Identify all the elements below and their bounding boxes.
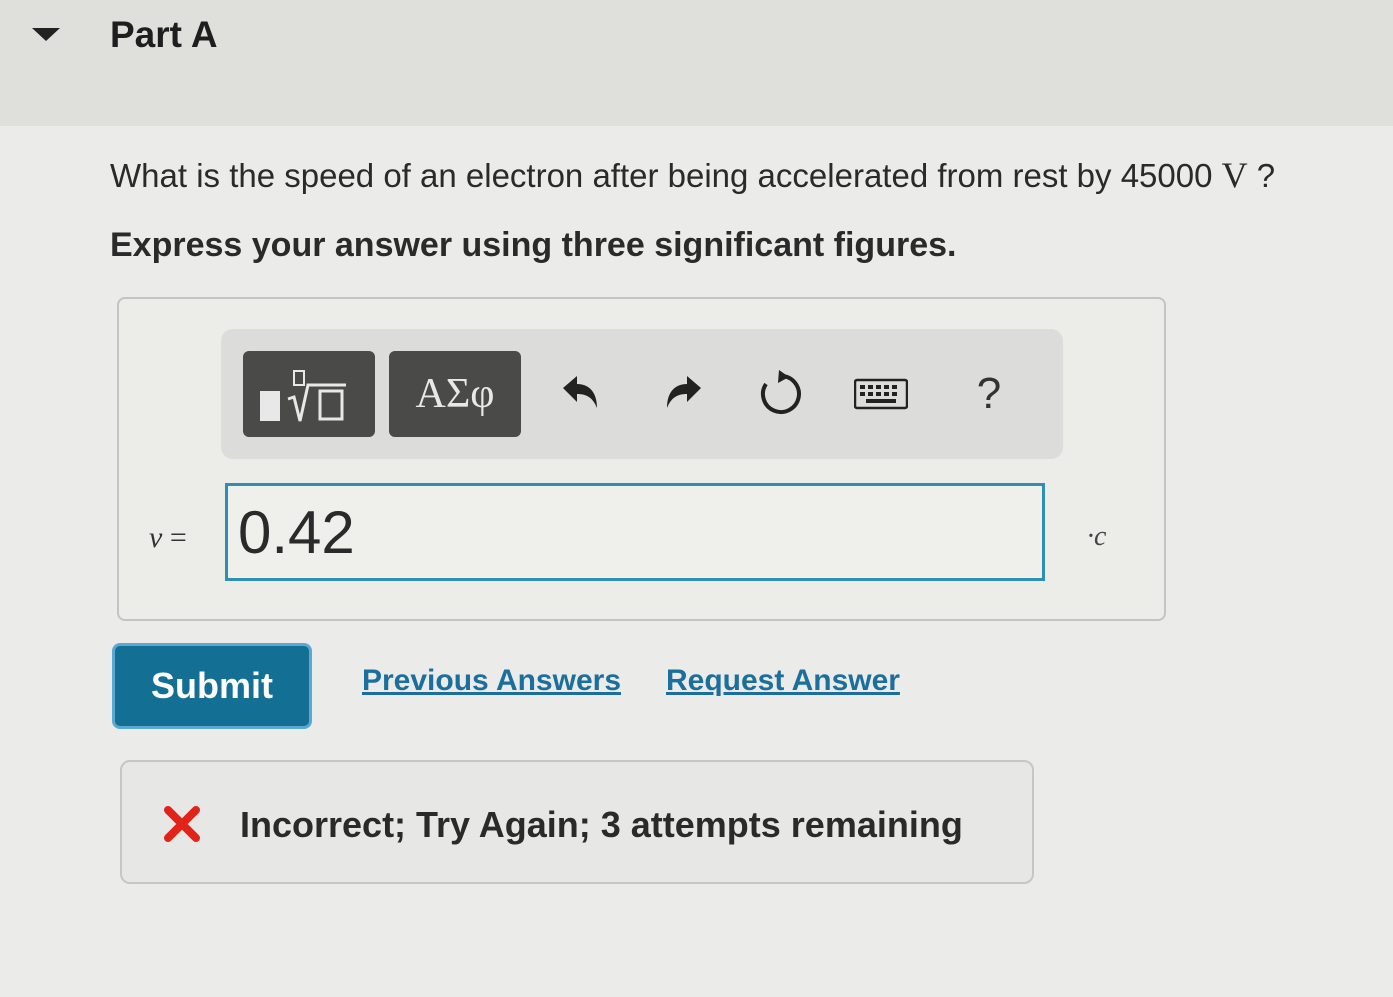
part-title: Part A: [110, 14, 218, 55]
question-suffix: ?: [1247, 157, 1276, 194]
question-instruction: Express your answer using three signific…: [110, 226, 957, 264]
greek-symbols-button[interactable]: ΑΣφ: [389, 351, 521, 437]
equals-sign: =: [162, 521, 187, 554]
units-label: ·c: [1087, 521, 1107, 552]
math-toolbar: ΑΣφ ?: [221, 329, 1063, 459]
templates-button[interactable]: [243, 351, 375, 437]
part-header[interactable]: Part A: [0, 0, 1393, 126]
feedback-text: Incorrect; Try Again; 3 attempts remaini…: [240, 804, 963, 845]
answer-box: ΑΣφ ? v = 0.42 ·c: [117, 297, 1166, 621]
incorrect-x-icon: [164, 806, 200, 842]
question-unit: V: [1221, 155, 1248, 195]
keyboard-icon[interactable]: [851, 359, 911, 429]
feedback-message: Incorrect; Try Again; 3 attempts remaini…: [120, 760, 1034, 884]
templates-icon: [260, 370, 346, 422]
request-answer-link[interactable]: Request Answer: [666, 664, 900, 698]
answer-input[interactable]: [225, 483, 1045, 581]
variable-symbol: v: [149, 521, 163, 554]
submit-button[interactable]: Submit: [112, 643, 312, 729]
previous-answers-link[interactable]: Previous Answers: [362, 664, 621, 698]
variable-label: v =: [149, 521, 187, 555]
help-button[interactable]: ?: [959, 359, 1019, 429]
undo-icon[interactable]: [551, 359, 611, 429]
collapse-caret-icon[interactable]: [32, 28, 60, 41]
reset-icon[interactable]: [751, 359, 811, 429]
question-prompt: What is the speed of an electron after b…: [110, 157, 1222, 194]
redo-icon[interactable]: [653, 359, 713, 429]
assignment-page: Part A What is the speed of an electron …: [0, 0, 1393, 997]
question-text: What is the speed of an electron after b…: [110, 154, 1275, 196]
